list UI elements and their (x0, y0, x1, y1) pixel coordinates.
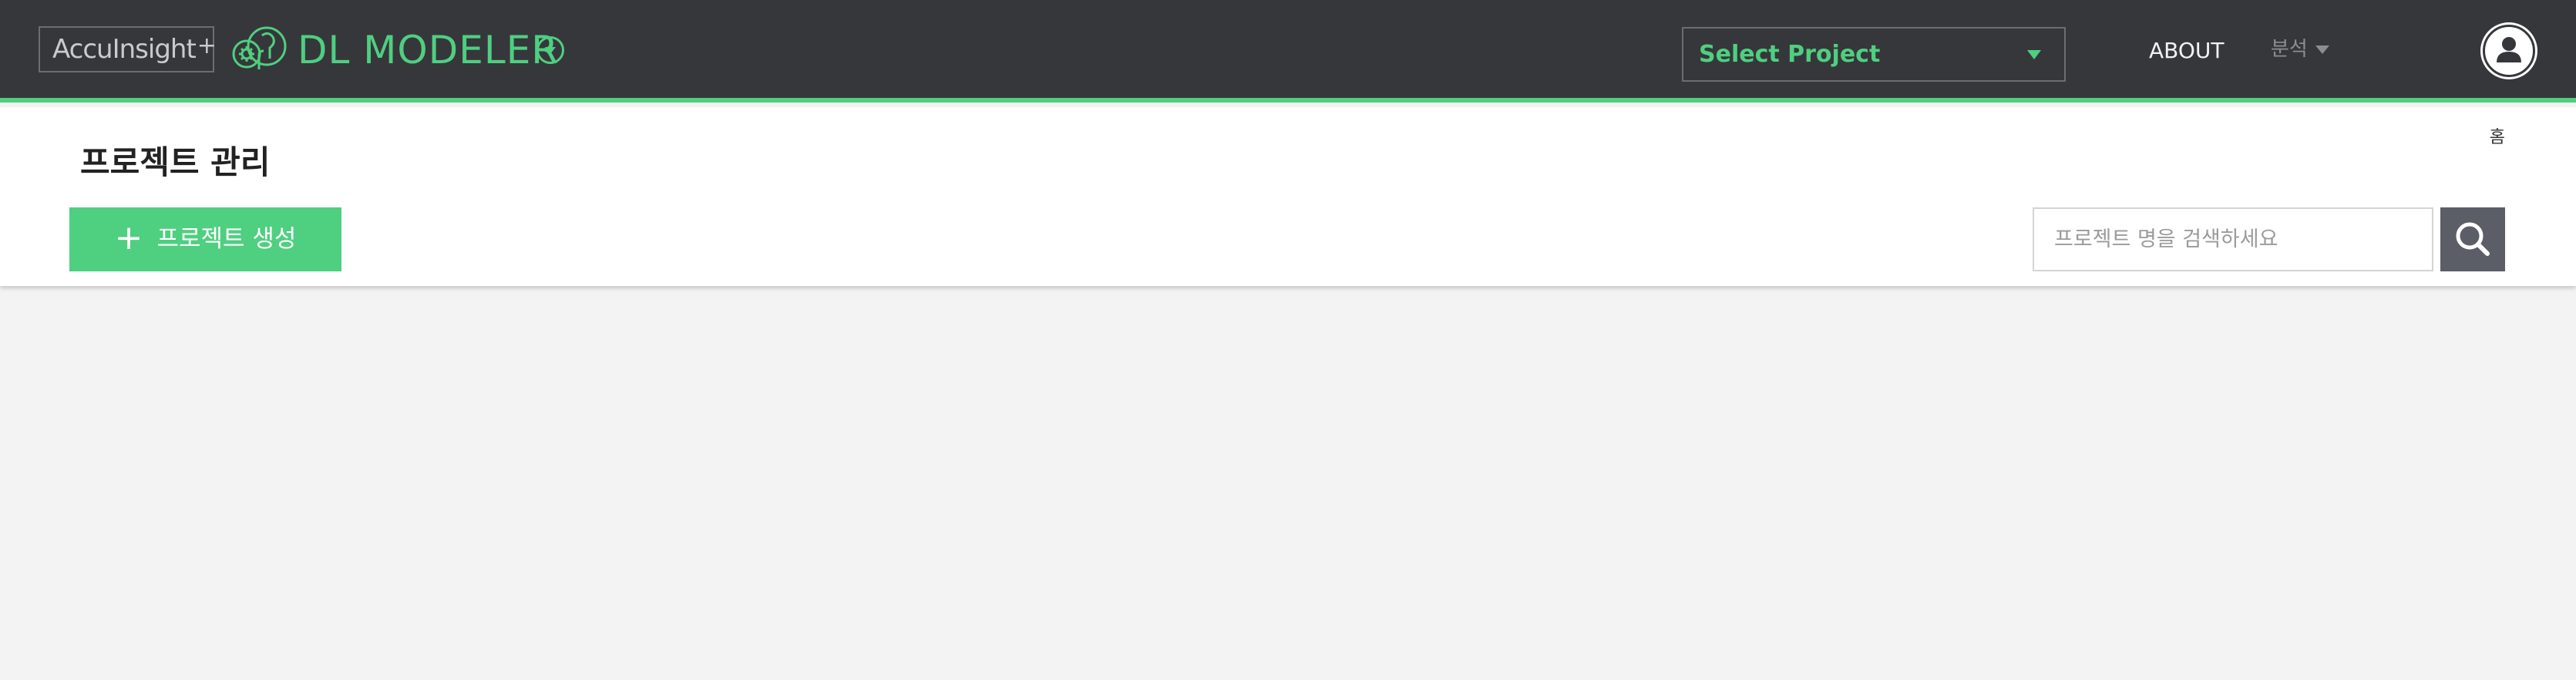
top-navbar: AccuInsight+ DL MODELER Select Project A… (0, 0, 2576, 103)
product-name: DL MODELER (298, 28, 560, 72)
project-select-label: Select Project (1699, 41, 1881, 68)
user-avatar-button[interactable] (2483, 25, 2535, 77)
project-select[interactable]: Select Project (1682, 27, 2066, 82)
select-caret-icon (2027, 50, 2041, 59)
search-icon (2456, 222, 2490, 256)
page-title: 프로젝트 관리 (80, 143, 271, 181)
product-logo-icon (232, 26, 287, 69)
nav-about-link[interactable]: ABOUT (2149, 35, 2225, 66)
nav-analysis-label: 분석 (2271, 38, 2308, 61)
page-header: 홈 프로젝트 관리 + 프로젝트 생성 (0, 107, 2576, 286)
product-dropdown-icon[interactable] (536, 36, 564, 64)
brand-plus: + (197, 32, 217, 59)
create-project-button[interactable]: + 프로젝트 생성 (69, 207, 341, 271)
breadcrumb-home[interactable]: 홈 (2490, 123, 2505, 148)
user-icon (2497, 37, 2521, 62)
brand-logo[interactable]: AccuInsight+ (39, 26, 217, 72)
project-search-input[interactable] (2033, 207, 2433, 271)
nav-analysis-menu[interactable]: 분석 (2271, 34, 2329, 65)
plus-icon: + (114, 218, 143, 258)
create-project-label: 프로젝트 생성 (156, 225, 297, 253)
brand-text: AccuInsight (52, 34, 197, 65)
chevron-down-icon (2315, 45, 2329, 54)
search-button[interactable] (2440, 207, 2505, 271)
